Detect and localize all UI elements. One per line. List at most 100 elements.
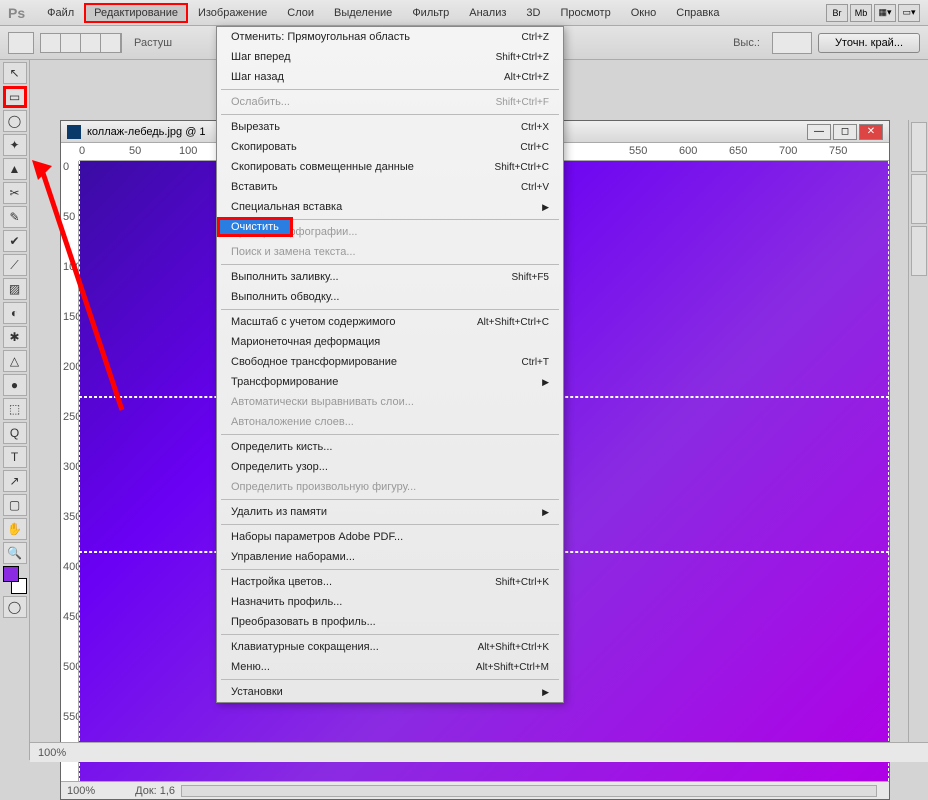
viewmode-icon[interactable]: ▦▾ <box>874 4 896 22</box>
ruler-vertical: 0 50 100 150 200 250 300 350 400 450 500… <box>61 161 79 781</box>
pen-tool-icon[interactable]: ⬚ <box>3 398 27 420</box>
menu-window[interactable]: Окно <box>621 3 667 23</box>
move-tool-icon[interactable]: ↖ <box>3 62 27 84</box>
ruler-tick: 350 <box>63 511 79 523</box>
menu-filter[interactable]: Фильтр <box>402 3 459 23</box>
menu-file[interactable]: Файл <box>37 3 84 23</box>
doc-size: Док: 1,6 <box>135 785 175 797</box>
wand-tool-icon[interactable]: ✦ <box>3 134 27 156</box>
menu-item[interactable]: Преобразовать в профиль... <box>217 612 563 632</box>
bridge-icon[interactable]: Br <box>826 4 848 22</box>
quickmask-icon[interactable]: ◯ <box>3 596 27 618</box>
dodge-tool-icon[interactable]: ● <box>3 374 27 396</box>
edit-menu-dropdown: Отменить: Прямоугольная областьCtrl+ZШаг… <box>216 26 564 703</box>
menu-help[interactable]: Справка <box>666 3 729 23</box>
marquee-tool-icon[interactable]: ▭ <box>3 86 27 108</box>
path-tool-icon[interactable]: T <box>3 446 27 468</box>
menu-image[interactable]: Изображение <box>188 3 277 23</box>
ruler-tick: 650 <box>729 145 747 157</box>
menu-item[interactable]: Свободное трансформированиеCtrl+T <box>217 352 563 372</box>
hand-tool-icon[interactable]: ✋ <box>3 518 27 540</box>
menu-item[interactable]: ВставитьCtrl+V <box>217 177 563 197</box>
ruler-tick: 300 <box>63 461 79 473</box>
menu-item[interactable]: Шаг впередShift+Ctrl+Z <box>217 47 563 67</box>
menu-item[interactable]: Специальная вставка▶ <box>217 197 563 217</box>
menu-view[interactable]: Просмотр <box>550 3 620 23</box>
close-button[interactable]: ✕ <box>859 124 883 140</box>
sel-int-icon[interactable] <box>101 34 121 52</box>
scrollbar-horizontal[interactable] <box>181 785 877 797</box>
ruler-tick: 100 <box>63 261 79 273</box>
screenmode-icon[interactable]: ▭▾ <box>898 4 920 22</box>
type-tool-icon[interactable]: Q <box>3 422 27 444</box>
menu-item[interactable]: Определить узор... <box>217 457 563 477</box>
menu-item[interactable]: Марионеточная деформация <box>217 332 563 352</box>
menu-item[interactable]: ВырезатьCtrl+X <box>217 117 563 137</box>
menu-layers[interactable]: Слои <box>277 3 324 23</box>
panel-tab[interactable] <box>911 174 927 224</box>
eraser-tool-icon[interactable]: ◐ <box>3 302 27 324</box>
menu-item[interactable]: Удалить из памяти▶ <box>217 502 563 522</box>
sel-new-icon[interactable] <box>41 34 61 52</box>
crop-tool-icon[interactable]: ▲ <box>3 158 27 180</box>
menu-edit[interactable]: Редактирование <box>84 3 188 23</box>
menu-select[interactable]: Выделение <box>324 3 402 23</box>
menu-item[interactable]: Клавиатурные сокращения...Alt+Shift+Ctrl… <box>217 637 563 657</box>
sel-add-icon[interactable] <box>61 34 81 52</box>
refine-edge-button[interactable]: Уточн. край... <box>818 33 920 53</box>
ruler-tick: 450 <box>63 611 79 623</box>
menu-item: Автоналожение слоев... <box>217 412 563 432</box>
menu-item[interactable]: Установки▶ <box>217 682 563 702</box>
panel-tab[interactable] <box>911 122 927 172</box>
ruler-tick: 50 <box>129 145 141 157</box>
stamp-tool-icon[interactable]: ⟋ <box>3 254 27 276</box>
menu-item[interactable]: Масштаб с учетом содержимогоAlt+Shift+Ct… <box>217 312 563 332</box>
menu-item[interactable]: Меню...Alt+Shift+Ctrl+M <box>217 657 563 677</box>
menu-3d[interactable]: 3D <box>516 3 550 23</box>
menu-item[interactable]: Управление наборами... <box>217 547 563 567</box>
gradient-tool-icon[interactable]: ✱ <box>3 326 27 348</box>
blur-tool-icon[interactable]: △ <box>3 350 27 372</box>
document-title: коллаж-лебедь.jpg @ 1 <box>87 126 206 138</box>
history-brush-icon[interactable]: ▨ <box>3 278 27 300</box>
fg-color-swatch[interactable] <box>3 566 19 582</box>
3d-tool-icon[interactable]: ▢ <box>3 494 27 516</box>
app-logo: Ps <box>8 5 25 21</box>
tool-preset-icon[interactable] <box>8 32 34 54</box>
maximize-button[interactable]: ◻ <box>833 124 857 140</box>
zoom-status2[interactable]: 100% <box>38 747 66 759</box>
ruler-tick: 600 <box>679 145 697 157</box>
menu-item[interactable]: Настройка цветов...Shift+Ctrl+K <box>217 572 563 592</box>
ruler-tick: 550 <box>629 145 647 157</box>
panel-tab[interactable] <box>911 226 927 276</box>
menu-item[interactable]: Выполнить заливку...Shift+F5 <box>217 267 563 287</box>
minibridge-icon[interactable]: Mb <box>850 4 872 22</box>
color-swatches[interactable] <box>3 566 27 594</box>
menu-item[interactable]: Наборы параметров Adobe PDF... <box>217 527 563 547</box>
ruler-tick: 200 <box>63 361 79 373</box>
brush-tool-icon[interactable]: ✔ <box>3 230 27 252</box>
menu-item[interactable]: Шаг назадAlt+Ctrl+Z <box>217 67 563 87</box>
eyedropper-tool-icon[interactable]: ✂ <box>3 182 27 204</box>
document-statusbar: 100% Док: 1,6 <box>61 781 889 799</box>
shape-tool-icon[interactable]: ↗ <box>3 470 27 492</box>
menu-item[interactable]: Определить кисть... <box>217 437 563 457</box>
ps-file-icon <box>67 125 81 139</box>
menu-item[interactable]: Назначить профиль... <box>217 592 563 612</box>
menu-item[interactable]: Скопировать совмещенные данныеShift+Ctrl… <box>217 157 563 177</box>
menu-item: Определить произвольную фигуру... <box>217 477 563 497</box>
menu-item[interactable]: Очистить <box>217 217 293 237</box>
height-input[interactable] <box>772 32 812 54</box>
zoom-level[interactable]: 100% <box>67 785 95 797</box>
lasso-tool-icon[interactable]: ◯ <box>3 110 27 132</box>
menu-item[interactable]: Выполнить обводку... <box>217 287 563 307</box>
sel-sub-icon[interactable] <box>81 34 101 52</box>
menu-item[interactable]: Трансформирование▶ <box>217 372 563 392</box>
minimize-button[interactable]: — <box>807 124 831 140</box>
heal-tool-icon[interactable]: ✎ <box>3 206 27 228</box>
menubar: Ps Файл Редактирование Изображение Слои … <box>0 0 928 26</box>
zoom-tool-icon[interactable]: 🔍 <box>3 542 27 564</box>
menu-analysis[interactable]: Анализ <box>459 3 516 23</box>
menu-item[interactable]: Отменить: Прямоугольная областьCtrl+Z <box>217 27 563 47</box>
menu-item[interactable]: СкопироватьCtrl+C <box>217 137 563 157</box>
